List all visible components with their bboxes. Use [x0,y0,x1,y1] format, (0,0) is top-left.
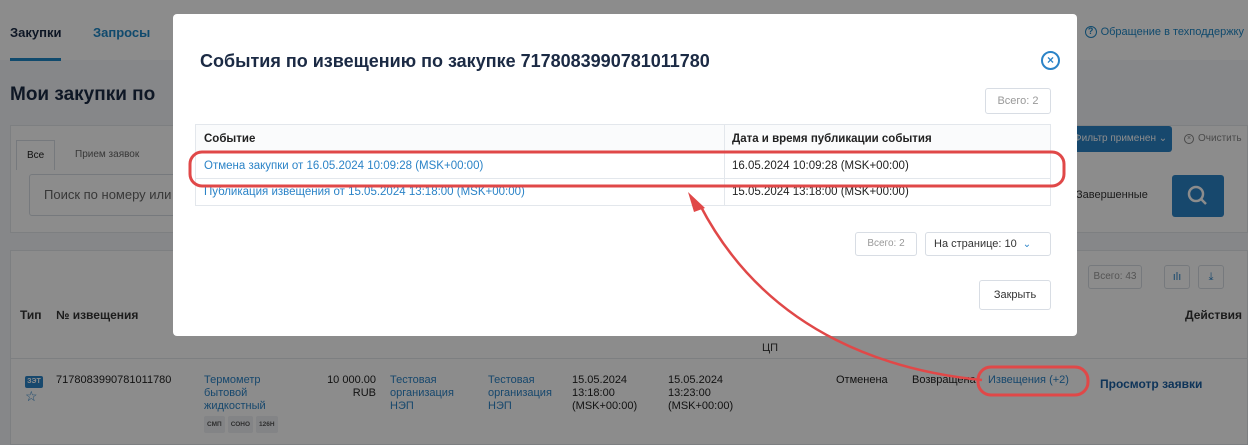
modal-total-top: Всего: 2 [985,88,1051,114]
chevron-down-icon: ⌄ [1022,239,1032,250]
close-icon[interactable]: × [1041,51,1060,70]
close-button[interactable]: Закрыть [979,280,1051,310]
modal-total-bottom: Всего: 2 [855,232,917,256]
modal-title: События по извещению по закупке 71780839… [200,51,710,71]
event-link[interactable]: Отмена закупки от 16.05.2024 10:09:28 (M… [204,160,483,172]
divider [724,179,725,205]
page-size-select[interactable]: На странице: 10 ⌄ [925,232,1051,256]
col-event-header: Событие [204,133,256,145]
page-size-label: На странице: 10 [934,238,1017,250]
event-link[interactable]: Публикация извещения от 15.05.2024 13:18… [204,186,525,198]
table-row: Публикация извещения от 15.05.2024 13:18… [196,179,1050,205]
events-table: Событие Дата и время публикации события … [195,124,1051,206]
divider [724,153,725,178]
col-date-header: Дата и время публикации события [732,133,932,145]
events-modal: События по извещению по закупке 71780839… [173,14,1077,336]
divider [724,125,725,152]
table-row: Отмена закупки от 16.05.2024 10:09:28 (M… [196,153,1050,179]
events-header-row: Событие Дата и время публикации события [196,125,1050,153]
event-date: 16.05.2024 10:09:28 (MSK+00:00) [732,160,909,172]
event-date: 15.05.2024 13:18:00 (MSK+00:00) [732,186,909,198]
